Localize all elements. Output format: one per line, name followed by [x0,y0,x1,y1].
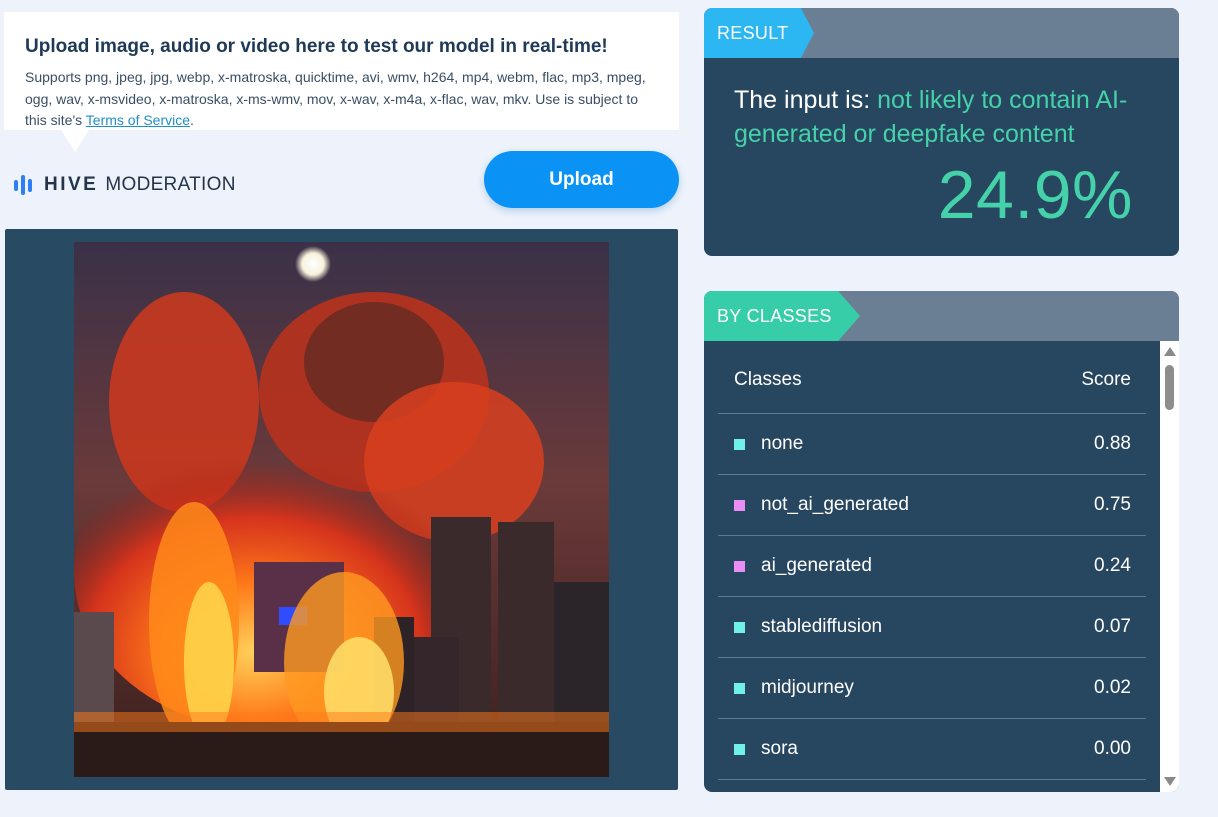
class-name: stablediffusion [761,616,883,637]
hive-moderation-logo[interactable]: HIVE MODERATION [14,174,236,196]
class-score: 0.07 [1094,616,1131,637]
class-name: midjourney [761,677,854,698]
class-name: sora [761,738,798,759]
classes-header: BY CLASSES [704,291,1179,341]
classes-scrollbar[interactable] [1160,341,1179,792]
class-score: 0.02 [1094,677,1131,698]
result-card: RESULT The input is: not likely to conta… [704,8,1179,256]
class-color-swatch [734,621,745,633]
classes-table-header: Classes Score [718,341,1146,414]
result-score: 24.9% [937,157,1133,233]
column-header-score: Score [1081,369,1131,390]
table-row: stablediffusion 0.07 [718,597,1146,658]
upload-info-description: Supports png, jpeg, jpg, webp, x-matrosk… [25,67,659,132]
class-color-swatch [734,560,745,572]
logo-brand-text: HIVE [44,174,99,195]
scroll-up-arrow-icon[interactable] [1164,347,1176,356]
classes-card: BY CLASSES Classes Score none 0.88 not_a… [704,291,1179,792]
table-row: none 0.88 [718,414,1146,475]
hive-bars-icon [14,175,32,195]
upload-info-card: Upload image, audio or video here to tes… [4,12,679,152]
class-score: 0.88 [1094,433,1131,454]
column-header-classes: Classes [734,369,802,390]
class-color-swatch [734,438,745,450]
class-color-swatch [734,682,745,694]
table-row: sora 0.00 [718,719,1146,780]
result-tag: RESULT [704,8,814,58]
result-header: RESULT [704,8,1179,58]
class-name: ai_generated [761,555,872,576]
terms-of-service-link[interactable]: Terms of Service [86,112,190,128]
class-name: not_ai_generated [761,494,909,515]
class-color-swatch [734,743,745,755]
scrollbar-thumb[interactable] [1165,365,1174,410]
classes-table: Classes Score none 0.88 not_ai_generated… [718,341,1146,780]
terms-suffix: . [190,112,194,128]
table-row: not_ai_generated 0.75 [718,475,1146,536]
table-row: midjourney 0.02 [718,658,1146,719]
classes-tag: BY CLASSES [704,291,860,341]
class-score: 0.00 [1094,738,1131,759]
upload-button[interactable]: Upload [484,151,679,208]
class-score: 0.24 [1094,555,1131,576]
uploaded-image-preview [74,242,609,777]
class-score: 0.75 [1094,494,1131,515]
logo-product-text: MODERATION [105,174,236,195]
image-preview-panel [5,229,678,790]
class-name: none [761,433,804,454]
scroll-down-arrow-icon[interactable] [1164,777,1176,786]
result-statement: The input is: not likely to contain AI-g… [734,83,1154,151]
class-color-swatch [734,499,745,511]
upload-info-title: Upload image, audio or video here to tes… [25,36,608,57]
table-row: ai_generated 0.24 [718,536,1146,597]
result-prefix: The input is: [734,86,878,114]
